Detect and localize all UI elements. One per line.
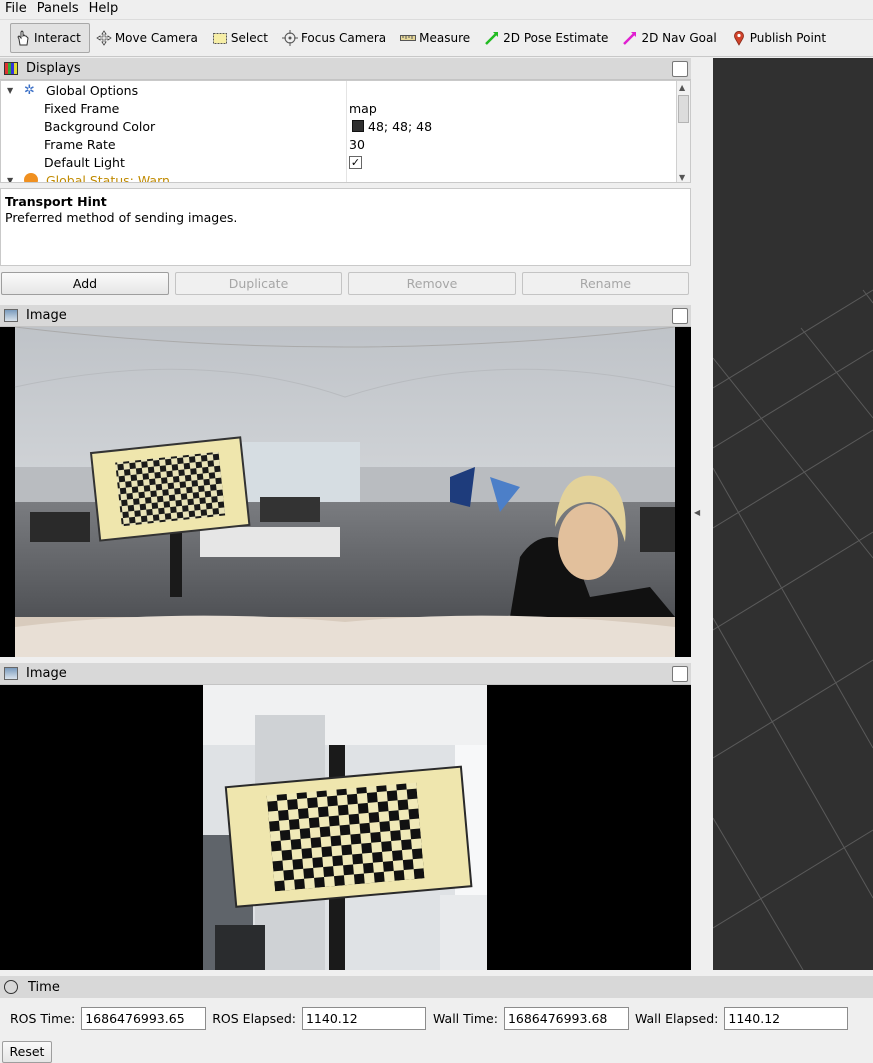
display-properties-tree: ▼ ✲ Global Options Fixed Frame map Backg… <box>0 80 691 183</box>
interact-tool-button[interactable]: Interact <box>10 23 90 53</box>
nav-goal-tool-button[interactable]: 2D Nav Goal <box>618 23 724 53</box>
measure-label: Measure <box>419 31 471 45</box>
frame-rate-row[interactable]: Frame Rate 30 <box>1 135 677 153</box>
clock-icon <box>4 980 18 994</box>
select-tool-button[interactable]: Select <box>208 23 276 53</box>
scroll-thumb[interactable] <box>678 95 689 123</box>
move-camera-tool-button[interactable]: Move Camera <box>92 23 206 53</box>
expand-arrow-icon[interactable]: ▼ <box>7 86 13 95</box>
tree-scrollbar[interactable]: ▲ ▼ <box>676 81 690 182</box>
image-panel-1-header: Image <box>0 305 691 327</box>
global-options-row[interactable]: ▼ ✲ Global Options <box>1 81 677 99</box>
ruler-icon <box>400 30 417 46</box>
pose-estimate-tool-button[interactable]: 2D Pose Estimate <box>480 23 616 53</box>
panel-splitter[interactable]: ◀ <box>691 58 713 970</box>
background-color-row[interactable]: Background Color 48; 48; 48 <box>1 117 677 135</box>
ros-elapsed-field[interactable]: 1140.12 <box>301 1006 426 1030</box>
panorama-camera-image <box>14 327 676 657</box>
reset-button[interactable]: Reset <box>2 1041 52 1063</box>
nav-goal-label: 2D Nav Goal <box>641 31 717 45</box>
warning-icon <box>24 173 38 182</box>
frame-rate-label: Frame Rate <box>44 136 116 152</box>
image-panel-2-title: Image <box>26 666 67 681</box>
collapse-arrow-icon[interactable]: ◀ <box>694 508 700 517</box>
measure-tool-button[interactable]: Measure <box>396 23 478 53</box>
display-buttons: Add Duplicate Remove Rename <box>0 272 691 296</box>
time-panel-title: Time <box>28 979 60 995</box>
time-fields: ROS Time: 1686476993.65 ROS Elapsed: 114… <box>0 1006 873 1030</box>
property-description: Transport Hint Preferred method of sendi… <box>0 188 691 266</box>
fixed-frame-label: Fixed Frame <box>44 100 120 116</box>
toolbar: Interact Move Camera Select Focus Camera… <box>0 19 873 57</box>
displays-title: Displays <box>26 61 81 76</box>
displays-icon <box>4 62 18 75</box>
global-options-label: Global Options <box>46 82 139 98</box>
time-panel-header: Time <box>0 976 873 998</box>
wall-elapsed-label: Wall Elapsed: <box>634 1010 719 1026</box>
publish-point-label: Publish Point <box>749 31 827 45</box>
default-light-label: Default Light <box>44 154 125 170</box>
hint-title: Transport Hint <box>5 194 107 209</box>
map-pin-icon <box>731 30 747 46</box>
wall-elapsed-field[interactable]: 1140.12 <box>724 1006 849 1030</box>
rename-button[interactable]: Rename <box>522 272 689 295</box>
interact-label: Interact <box>34 31 81 45</box>
focus-camera-icon <box>281 30 298 46</box>
duplicate-button[interactable]: Duplicate <box>175 272 342 295</box>
image-icon <box>4 667 18 680</box>
magenta-arrow-icon <box>622 30 638 46</box>
image-panel-1-view <box>0 327 691 657</box>
global-status-row[interactable]: ▼ Global Status: Warn <box>1 171 677 183</box>
menu-file[interactable]: File <box>0 1 32 17</box>
ros-time-field[interactable]: 1686476993.65 <box>81 1006 207 1030</box>
hand-icon <box>15 30 31 46</box>
expand-arrow-icon[interactable]: ▼ <box>7 176 13 183</box>
image-panel-1-title: Image <box>26 308 67 323</box>
displays-float-button[interactable] <box>672 61 688 77</box>
scroll-down-arrow-icon[interactable]: ▼ <box>679 173 685 182</box>
default-light-checkbox[interactable]: ✓ <box>349 155 362 169</box>
global-status-label: Global Status: Warn <box>46 172 170 183</box>
fixed-frame-value[interactable]: map <box>349 101 377 116</box>
menu-help[interactable]: Help <box>84 1 124 17</box>
select-icon <box>212 30 228 46</box>
image-panel-2-view <box>0 685 691 970</box>
default-light-row[interactable]: Default Light ✓ <box>1 153 677 171</box>
publish-point-tool-button[interactable]: Publish Point <box>727 23 834 53</box>
color-swatch[interactable] <box>352 120 364 132</box>
gear-icon: ✲ <box>24 82 35 98</box>
image-panel-1-float-button[interactable] <box>672 308 688 324</box>
ros-time-label: ROS Time: <box>10 1010 76 1026</box>
grid-overlay <box>712 289 873 971</box>
displays-panel-header: Displays <box>0 58 691 80</box>
menu-bar: File Panels Help <box>0 0 873 18</box>
image-panel-2-header: Image <box>0 663 691 685</box>
focus-camera-tool-button[interactable]: Focus Camera <box>278 23 394 53</box>
fixed-frame-row[interactable]: Fixed Frame map <box>1 99 677 117</box>
hint-description: Preferred method of sending images. <box>5 210 238 225</box>
green-arrow-icon <box>484 30 500 46</box>
remove-button[interactable]: Remove <box>348 272 516 295</box>
wall-time-field[interactable]: 1686476993.68 <box>503 1006 629 1030</box>
frame-rate-value[interactable]: 30 <box>349 137 365 152</box>
3d-render-view[interactable] <box>712 58 873 971</box>
front-camera-image <box>203 685 487 970</box>
ros-elapsed-label: ROS Elapsed: <box>212 1010 296 1026</box>
background-color-value[interactable]: 48; 48; 48 <box>368 119 432 134</box>
image-panel-2-float-button[interactable] <box>672 666 688 682</box>
focus-camera-label: Focus Camera <box>300 31 387 45</box>
move-camera-icon <box>96 30 112 46</box>
menu-panels[interactable]: Panels <box>32 1 84 17</box>
add-button[interactable]: Add <box>1 272 169 295</box>
select-label: Select <box>230 31 268 45</box>
pose-estimate-label: 2D Pose Estimate <box>503 31 609 45</box>
background-color-label: Background Color <box>44 118 156 134</box>
image-icon <box>4 309 18 322</box>
scroll-up-arrow-icon[interactable]: ▲ <box>679 83 685 92</box>
move-camera-label: Move Camera <box>114 31 198 45</box>
wall-time-label: Wall Time: <box>432 1010 498 1026</box>
